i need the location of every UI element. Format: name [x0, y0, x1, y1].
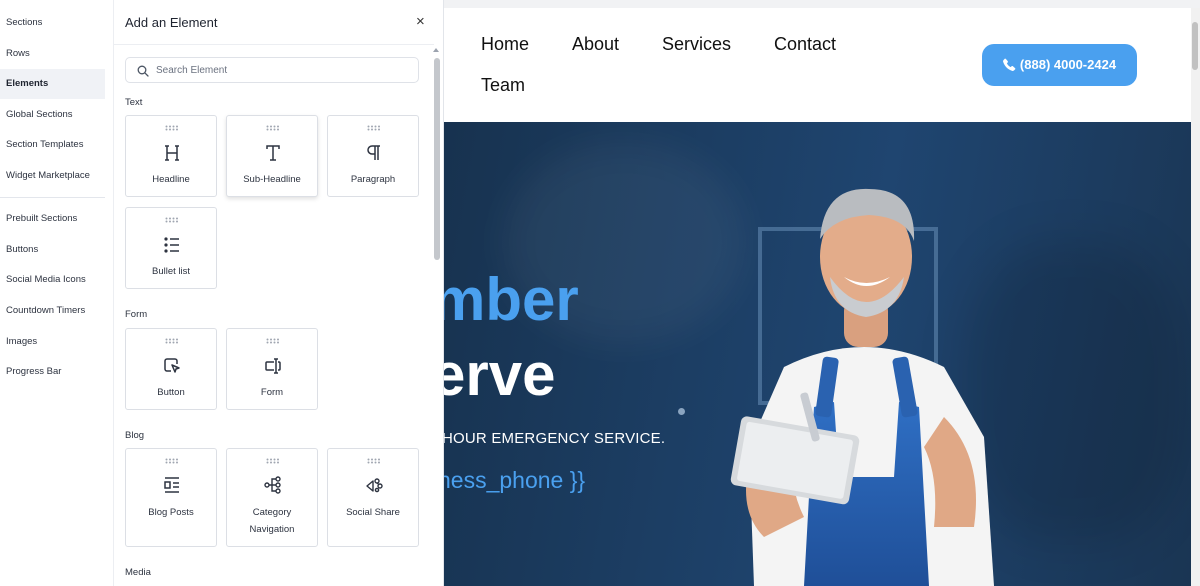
sidebar-item-buttons[interactable]: Buttons — [0, 235, 105, 265]
menu-link-about[interactable]: About — [572, 34, 619, 55]
group-label-media: Media — [125, 567, 151, 578]
sub-headline-icon — [266, 145, 280, 161]
hero-dot — [678, 408, 685, 415]
group-label-form: Form — [125, 309, 148, 320]
blog-posts-icon — [164, 477, 179, 493]
element-label: Paragraph — [350, 174, 396, 185]
panel-scrollbar-thumb[interactable] — [434, 58, 440, 260]
element-card-button[interactable]: Button — [125, 328, 217, 410]
drag-handle-icon[interactable] — [266, 458, 280, 464]
phone-button[interactable]: (888) 4000-2424 — [982, 44, 1137, 86]
search-box — [125, 57, 419, 83]
sidebar-item-global-sections[interactable]: Global Sections — [0, 100, 105, 130]
element-card-category-navigation[interactable]: Category Navigation — [226, 448, 318, 547]
bullet-list-icon — [164, 237, 179, 253]
element-label: Blog Posts — [148, 507, 194, 518]
sidebar-item-countdown-timers[interactable]: Countdown Timers — [0, 296, 105, 326]
sidebar-item-elements[interactable]: Elements — [0, 69, 105, 99]
search-input[interactable] — [156, 62, 411, 79]
element-label: Headline — [152, 174, 190, 185]
site-preview: Home About Services Contact Team (888) 4… — [444, 0, 1200, 586]
element-card-blog-posts[interactable]: Blog Posts — [125, 448, 217, 547]
hero-section: mber erve HOUR EMERGENCY SERVICE. ness_p… — [444, 122, 1191, 586]
plumber-photo — [730, 188, 994, 586]
element-label-line-2: Navigation — [249, 524, 295, 535]
preview-scrollbar[interactable] — [1191, 8, 1200, 586]
drag-handle-icon[interactable] — [266, 125, 280, 131]
sidebar-item-rows[interactable]: Rows — [0, 39, 105, 69]
paragraph-icon — [367, 145, 380, 160]
sidebar-item-social-media-icons[interactable]: Social Media Icons — [0, 265, 105, 295]
phone-icon — [1002, 58, 1016, 71]
sidebar-item-widget-marketplace[interactable]: Widget Marketplace — [0, 161, 105, 191]
element-card-bullet-list[interactable]: Bullet list — [125, 207, 217, 289]
sidebar-item-section-templates[interactable]: Section Templates — [0, 130, 105, 160]
menu-link-home[interactable]: Home — [481, 34, 529, 55]
sidebar-item-progress-bar[interactable]: Progress Bar — [0, 357, 105, 387]
panel-title: Add an Element — [125, 15, 218, 30]
menu-link-services[interactable]: Services — [662, 34, 731, 55]
group-label-text: Text — [125, 97, 143, 108]
drag-handle-icon[interactable] — [165, 125, 179, 131]
form-input-icon — [265, 358, 281, 374]
group-label-blog: Blog — [125, 430, 145, 441]
drag-handle-icon[interactable] — [165, 338, 179, 344]
phone-button-label: (888) 4000-2424 — [1019, 57, 1117, 72]
drag-handle-icon[interactable] — [266, 338, 280, 344]
element-label: Bullet list — [151, 266, 190, 277]
element-card-headline[interactable]: Headline — [125, 115, 217, 197]
builder-sidebar: Sections Rows Elements Global Sections S… — [0, 0, 114, 586]
hero-heading-line-1: mber — [444, 266, 579, 333]
menu-link-contact[interactable]: Contact — [774, 34, 836, 55]
add-element-panel: Add an Element × Text Headline Sub-Headl… — [114, 0, 444, 586]
element-card-social-share[interactable]: Social Share — [327, 448, 419, 547]
close-icon[interactable]: × — [416, 14, 425, 30]
category-navigation-icon — [264, 476, 281, 494]
hero-phone-placeholder: ness_phone }} — [444, 467, 586, 493]
hero-subheading: HOUR EMERGENCY SERVICE. — [444, 430, 666, 447]
element-label-line-1: Category — [252, 507, 292, 518]
preview-top-strip — [444, 0, 1200, 8]
element-label: Sub-Headline — [243, 174, 301, 185]
drag-handle-icon[interactable] — [165, 458, 179, 464]
preview-scrollbar-thumb[interactable] — [1192, 22, 1198, 70]
element-card-paragraph[interactable]: Paragraph — [327, 115, 419, 197]
button-cursor-icon — [164, 358, 180, 373]
element-card-form[interactable]: Form — [226, 328, 318, 410]
drag-handle-icon[interactable] — [165, 217, 179, 223]
element-label: Button — [157, 387, 185, 398]
scroll-up-arrow-icon[interactable] — [433, 48, 439, 52]
page-builder: Sections Rows Elements Global Sections S… — [0, 0, 1200, 586]
sidebar-item-sections[interactable]: Sections — [0, 8, 105, 38]
drag-handle-icon[interactable] — [367, 125, 381, 131]
headline-icon — [165, 145, 179, 161]
element-card-sub-headline[interactable]: Sub-Headline — [226, 115, 318, 197]
menu-link-team[interactable]: Team — [481, 75, 525, 96]
panel-divider — [114, 44, 434, 45]
drag-handle-icon[interactable] — [367, 458, 381, 464]
hero-heading-line-2: erve — [444, 341, 556, 408]
sidebar-divider — [0, 197, 105, 198]
element-label: Form — [260, 387, 284, 398]
search-icon — [137, 65, 149, 77]
sidebar-item-prebuilt-sections[interactable]: Prebuilt Sections — [0, 204, 105, 234]
element-label: Social Share — [346, 507, 400, 518]
social-share-icon — [366, 478, 383, 493]
sidebar-item-images[interactable]: Images — [0, 327, 105, 357]
